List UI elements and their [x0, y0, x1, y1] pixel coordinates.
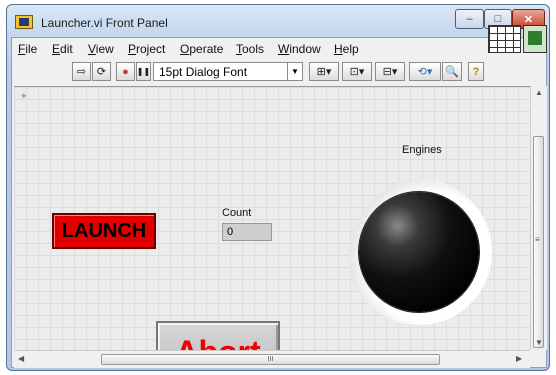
window-client: File Edit View Project Operate Tools Win…	[11, 25, 547, 368]
vertical-grip-icon: ≡	[535, 235, 540, 244]
font-selector[interactable]: 15pt Dialog Font ▼	[153, 62, 303, 81]
connector-pane[interactable]	[488, 25, 521, 53]
menu-tools-rest: ools	[242, 42, 265, 56]
abort-execution-icon[interactable]: ●	[116, 62, 135, 81]
count-label: Count	[222, 207, 252, 219]
engines-label: Engines	[402, 144, 442, 156]
menu-help-mnemonic: H	[334, 42, 343, 56]
run-continuously-icon[interactable]: ⟳	[92, 62, 111, 81]
title-bar[interactable]: Launcher.vi Front Panel – □ ✕	[7, 5, 549, 37]
labview-app-icon[interactable]	[15, 15, 33, 29]
menu-edit-mnemonic: E	[52, 42, 61, 56]
menu-window[interactable]: Window	[278, 42, 321, 56]
run-arrow-icon[interactable]: ⇨	[72, 62, 91, 81]
scroll-left-icon[interactable]: ◀	[18, 354, 24, 363]
abort-button[interactable]: Abort	[156, 321, 280, 351]
horizontal-scrollbar[interactable]: ◀ III ▶	[14, 350, 530, 368]
menu-view[interactable]: View	[88, 42, 114, 56]
resize-objects-icon[interactable]: ⊟▾	[375, 62, 405, 81]
menu-file-rest: ile	[25, 42, 38, 56]
vertical-scroll-thumb[interactable]: ≡	[533, 136, 544, 348]
pause-icon[interactable]: ❚❚	[136, 62, 151, 81]
vi-icon[interactable]	[523, 25, 547, 53]
font-selector-value: 15pt Dialog Font	[159, 64, 248, 79]
menu-operate-mnemonic: O	[180, 42, 190, 56]
menu-help-rest: elp	[342, 42, 359, 56]
menu-tools[interactable]: Tools	[236, 42, 264, 56]
menu-view-rest: iew	[95, 42, 114, 56]
scroll-down-icon[interactable]: ▼	[535, 338, 543, 347]
toolbar: ⇨ ⟳ ● ❚❚ 15pt Dialog Font ▼ ⊞▾ ⊡▾ ⊟▾ ⟲▾ …	[12, 59, 546, 83]
engines-led[interactable]	[359, 192, 479, 312]
menu-help[interactable]: Help	[334, 42, 359, 56]
menu-window-mnemonic: W	[278, 42, 290, 56]
menu-project[interactable]: Project	[128, 42, 165, 56]
search-icon[interactable]: 🔍	[442, 62, 462, 81]
menu-project-mnemonic: P	[128, 42, 137, 56]
launch-button[interactable]: LAUNCH	[52, 213, 156, 249]
menu-edit-rest: dit	[60, 42, 73, 56]
chevron-down-icon: ▼	[287, 63, 302, 80]
menu-window-rest: indow	[289, 42, 321, 56]
menu-view-mnemonic: V	[88, 42, 96, 56]
menu-operate-rest: perate	[189, 42, 224, 56]
menu-file[interactable]: File	[18, 42, 37, 56]
menu-bar: File Edit View Project Operate Tools Win…	[12, 25, 547, 59]
menu-operate[interactable]: Operate	[180, 42, 223, 56]
front-panel: ✦ LAUNCH Count 0 Engines Abort	[14, 86, 530, 351]
menu-project-rest: roject	[136, 42, 166, 56]
minimize-button[interactable]: –	[455, 9, 484, 29]
scroll-up-icon[interactable]: ▲	[535, 88, 543, 97]
labview-window: Launcher.vi Front Panel – □ ✕ File Edit …	[6, 4, 550, 371]
reorder-icon[interactable]: ⟲▾	[409, 62, 441, 81]
distribute-objects-icon[interactable]: ⊡▾	[342, 62, 372, 81]
origin-marker-icon: ✦	[20, 91, 28, 101]
window-title: Launcher.vi Front Panel	[41, 16, 168, 30]
scroll-right-icon[interactable]: ▶	[516, 354, 522, 363]
horizontal-scroll-thumb[interactable]: III	[101, 354, 440, 365]
vertical-scrollbar[interactable]: ▲ ≡ ▼	[530, 86, 547, 350]
align-objects-icon[interactable]: ⊞▾	[309, 62, 339, 81]
context-help-icon[interactable]: ?	[468, 62, 484, 81]
count-indicator: 0	[222, 223, 272, 241]
menu-edit[interactable]: Edit	[52, 42, 73, 56]
